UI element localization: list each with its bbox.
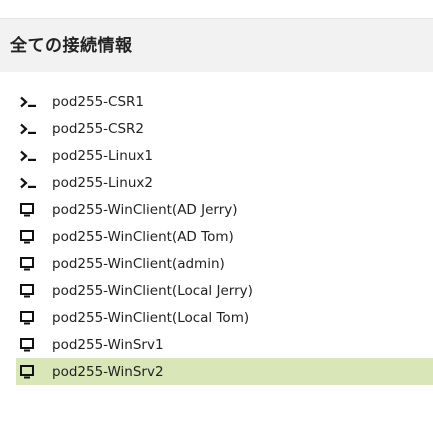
terminal-icon [16,115,44,142]
monitor-icon [16,358,44,385]
monitor-icon [16,277,44,304]
connection-item[interactable]: pod255-WinClient(admin) [16,250,433,277]
connection-item[interactable]: pod255-Linux2 [16,169,433,196]
connection-item[interactable]: pod255-Linux1 [16,142,433,169]
terminal-icon [16,169,44,196]
connection-label: pod255-CSR2 [52,120,145,137]
monitor-icon [16,250,44,277]
connection-label: pod255-CSR1 [52,93,145,110]
monitor-icon [16,331,44,358]
monitor-icon [16,304,44,331]
connection-label: pod255-Linux2 [52,174,153,191]
connection-item[interactable]: pod255-WinClient(Local Jerry) [16,277,433,304]
connection-list: pod255-CSR1 pod255-CSR2 pod255-Linux1 pod25… [16,88,433,385]
connection-label: pod255-WinClient(AD Jerry) [52,201,238,218]
terminal-icon [16,142,44,169]
connection-label: pod255-WinSrv2 [52,363,164,380]
page-title: 全ての接続情報 [10,36,133,56]
connection-label: pod255-WinClient(Local Tom) [52,309,250,326]
connection-item[interactable]: pod255-WinClient(AD Tom) [16,223,433,250]
connection-item[interactable]: pod255-CSR1 [16,88,433,115]
header-bar: 全ての接続情報 [0,18,433,72]
connection-label: pod255-Linux1 [52,147,153,164]
connection-label: pod255-WinSrv1 [52,336,164,353]
connection-item[interactable]: pod255-CSR2 [16,115,433,142]
connection-item[interactable]: pod255-WinClient(AD Jerry) [16,196,433,223]
monitor-icon [16,223,44,250]
connection-label: pod255-WinClient(AD Tom) [52,228,234,245]
monitor-icon [16,196,44,223]
connection-item[interactable]: pod255-WinClient(Local Tom) [16,304,433,331]
terminal-icon [16,88,44,115]
connection-item[interactable]: pod255-WinSrv2 [16,358,433,385]
connection-label: pod255-WinClient(admin) [52,255,225,272]
connection-item[interactable]: pod255-WinSrv1 [16,331,433,358]
connection-label: pod255-WinClient(Local Jerry) [52,282,253,299]
